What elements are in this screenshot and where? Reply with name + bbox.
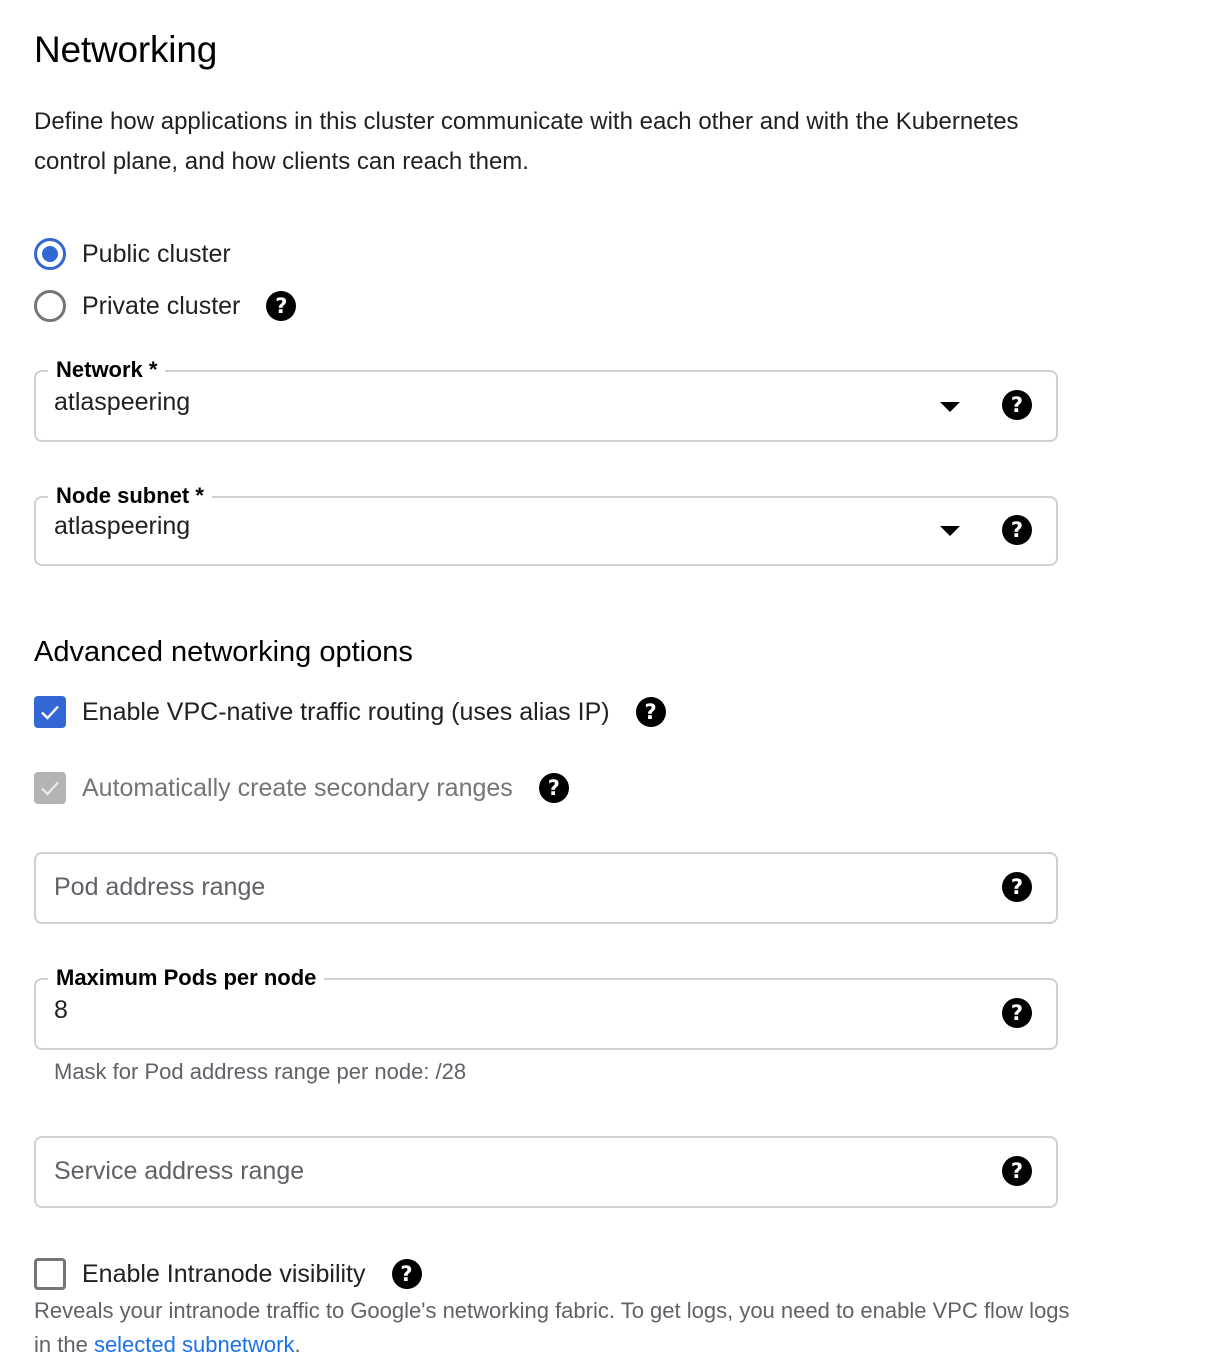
radio-label: Public cluster	[82, 239, 231, 268]
check-icon	[41, 781, 59, 796]
help-icon[interactable]: ?	[1002, 1156, 1032, 1186]
intranode-visibility-row[interactable]: Enable Intranode visibility ?	[34, 1257, 422, 1291]
page-title: Networking	[34, 29, 218, 70]
intranode-description-end: .	[294, 1332, 301, 1357]
max-pods-value: 8	[54, 996, 68, 1024]
radio-label: Private cluster	[82, 291, 241, 320]
radio-button-unselected[interactable]	[34, 290, 66, 322]
max-pods-label: Maximum Pods per node	[48, 964, 325, 992]
page-intro: Define how applications in this cluster …	[34, 108, 1019, 175]
intranode-label: Enable Intranode visibility	[82, 1259, 366, 1288]
help-icon[interactable]: ?	[266, 291, 297, 321]
advanced-networking-title: Advanced networking options	[34, 636, 413, 668]
intranode-description: Reveals your intranode traffic to Google…	[34, 1294, 1074, 1362]
node-subnet-label: Node subnet *	[48, 482, 212, 510]
check-icon	[41, 705, 59, 720]
help-icon[interactable]: ?	[1002, 390, 1032, 420]
help-icon[interactable]: ?	[1002, 872, 1032, 902]
vpc-native-label: Enable VPC-native traffic routing (uses …	[82, 697, 610, 726]
checkbox-checked[interactable]	[34, 696, 66, 728]
help-icon[interactable]: ?	[538, 773, 569, 803]
auto-secondary-label: Automatically create secondary ranges	[82, 773, 513, 802]
arrow-drop-down-icon[interactable]	[940, 526, 960, 536]
radio-private-cluster[interactable]: Private cluster ?	[34, 289, 297, 323]
pod-address-range-placeholder: Pod address range	[54, 873, 266, 901]
node-subnet-select[interactable]: Node subnet * atlaspeering ?	[34, 482, 1058, 566]
help-icon[interactable]: ?	[635, 697, 666, 727]
network-select[interactable]: Network * atlaspeering ?	[34, 356, 1058, 442]
pod-address-range-input[interactable]: Pod address range ?	[34, 852, 1058, 924]
selected-subnetwork-link[interactable]: selected subnetwork	[94, 1332, 295, 1357]
auto-secondary-ranges-row: Automatically create secondary ranges ?	[34, 771, 569, 805]
help-icon[interactable]: ?	[1002, 515, 1032, 545]
service-address-range-input[interactable]: Service address range ?	[34, 1136, 1058, 1208]
network-value: atlaspeering	[54, 388, 191, 416]
service-address-range-placeholder: Service address range	[54, 1157, 305, 1185]
help-icon[interactable]: ?	[391, 1259, 422, 1289]
max-pods-input[interactable]: Maximum Pods per node 8 ?	[34, 964, 1058, 1050]
node-subnet-value: atlaspeering	[54, 512, 191, 540]
max-pods-hint: Mask for Pod address range per node: /28	[54, 1059, 467, 1084]
help-icon[interactable]: ?	[1002, 998, 1032, 1028]
checkbox-disabled-checked	[34, 772, 66, 804]
arrow-drop-down-icon[interactable]	[940, 402, 960, 412]
radio-button-selected[interactable]	[34, 238, 66, 270]
checkbox-unchecked[interactable]	[34, 1258, 66, 1290]
network-label: Network *	[48, 356, 166, 384]
radio-public-cluster[interactable]: Public cluster	[34, 237, 231, 271]
vpc-native-checkbox-row[interactable]: Enable VPC-native traffic routing (uses …	[34, 695, 666, 729]
